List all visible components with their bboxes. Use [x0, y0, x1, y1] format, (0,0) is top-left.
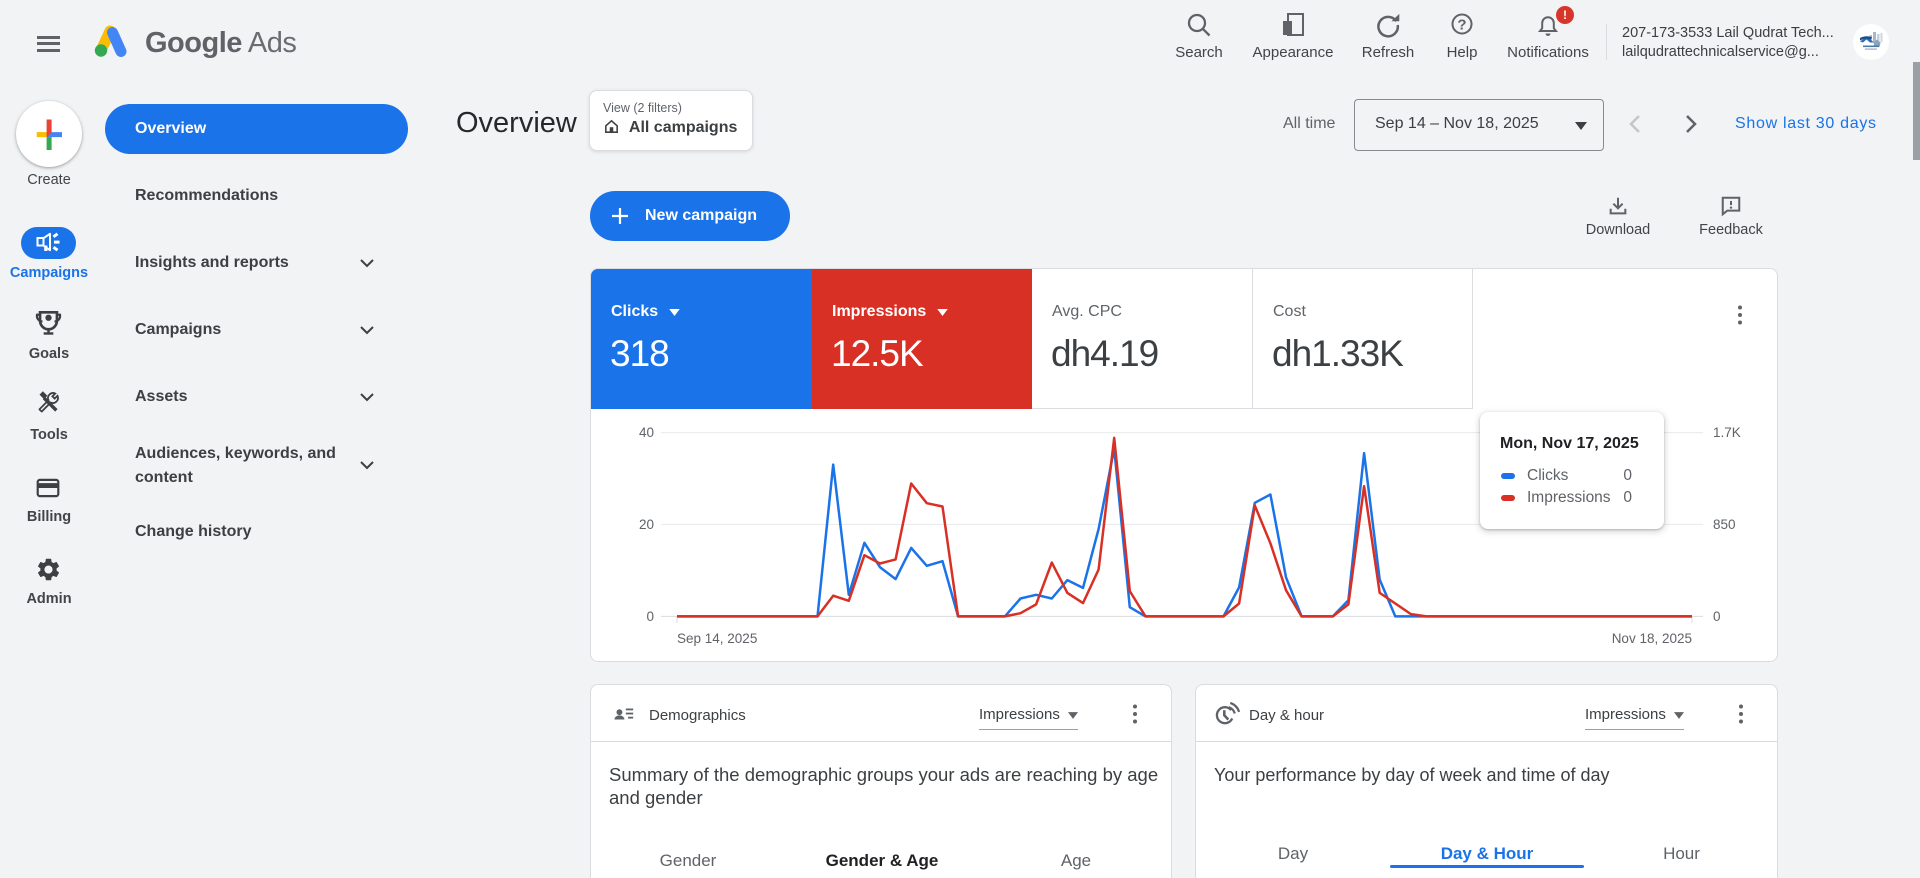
- svg-text:?: ?: [1457, 17, 1466, 34]
- svg-text:0: 0: [646, 609, 654, 624]
- svg-text:Sep 14, 2025: Sep 14, 2025: [677, 631, 757, 646]
- svg-text:40: 40: [639, 425, 654, 440]
- svg-text:1.7K: 1.7K: [1713, 425, 1741, 440]
- svg-text:20: 20: [639, 517, 654, 532]
- svg-text:0: 0: [1713, 609, 1721, 624]
- svg-text:850: 850: [1713, 517, 1736, 532]
- svg-text:Nov 18, 2025: Nov 18, 2025: [1612, 631, 1692, 646]
